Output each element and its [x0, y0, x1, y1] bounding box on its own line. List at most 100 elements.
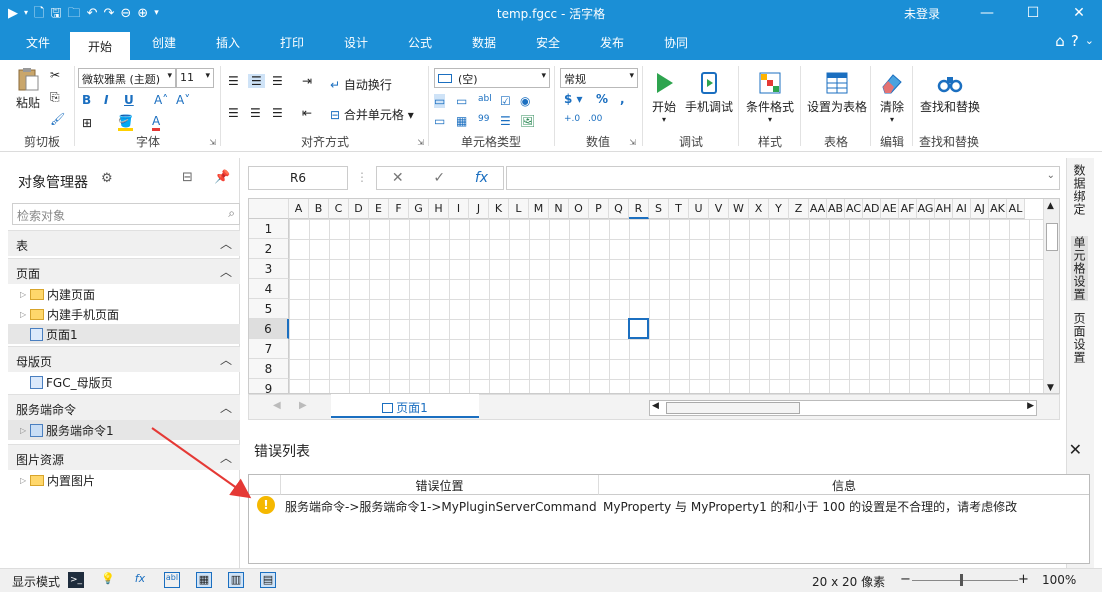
align-center-icon[interactable]: ☰: [250, 106, 261, 120]
tab-home[interactable]: 开始: [70, 32, 131, 60]
textbox-celltype-icon[interactable]: ▭: [456, 94, 467, 108]
row-header[interactable]: 3: [249, 259, 289, 279]
outdent-icon[interactable]: ⇤: [302, 106, 312, 120]
bulb-icon[interactable]: 💡: [100, 572, 116, 588]
vertical-scrollbar[interactable]: ▲ ▼: [1043, 199, 1059, 393]
button-celltype-icon[interactable]: ▭: [434, 94, 446, 108]
login-status[interactable]: 未登录: [904, 5, 940, 22]
column-header[interactable]: F: [389, 199, 409, 219]
pin-icon[interactable]: 📌: [214, 170, 230, 185]
tab-collab[interactable]: 协同: [664, 34, 688, 51]
column-header[interactable]: AE: [881, 199, 899, 219]
tab-print[interactable]: 打印: [280, 34, 304, 51]
tab-create[interactable]: 创建: [152, 34, 176, 51]
column-header[interactable]: M: [529, 199, 549, 219]
mobile-debug-button[interactable]: 手机调试: [682, 70, 736, 115]
sheet-tab-page1[interactable]: 页面1: [331, 394, 479, 418]
layout-view-icon[interactable]: ▤: [260, 572, 276, 588]
percent-icon[interactable]: %: [596, 92, 608, 106]
chevron-up-icon[interactable]: ︿: [220, 351, 232, 368]
column-header[interactable]: C: [329, 199, 349, 219]
select-all-corner[interactable]: [249, 199, 289, 219]
number-format-select[interactable]: 常规 ▾: [560, 68, 638, 88]
chevron-up-icon[interactable]: ︿: [220, 399, 232, 416]
column-header[interactable]: Q: [609, 199, 629, 219]
tab-insert[interactable]: 插入: [216, 34, 240, 51]
zoom-out-icon[interactable]: −: [900, 572, 911, 587]
save-icon[interactable]: 🖫: [50, 7, 61, 20]
align-left-icon[interactable]: ☰: [228, 106, 239, 120]
column-header[interactable]: Z: [789, 199, 809, 219]
column-header[interactable]: AD: [863, 199, 881, 219]
align-middle-icon[interactable]: ☰: [248, 74, 265, 88]
tab-page-settings[interactable]: 页面设置: [1071, 312, 1088, 364]
indent-icon[interactable]: ⇥: [302, 74, 312, 88]
format-painter-icon[interactable]: 🖌: [50, 112, 65, 126]
label-icon[interactable]: abl: [164, 572, 180, 588]
column-header[interactable]: L: [509, 199, 529, 219]
column-header[interactable]: D: [349, 199, 369, 219]
number-launcher-icon[interactable]: ⇲: [629, 138, 636, 147]
formula-input[interactable]: ⌄: [506, 166, 1060, 190]
confirm-icon[interactable]: ✓: [433, 170, 445, 186]
spreadsheet-grid[interactable]: A B C D E F G H I J K L M N O P Q R S T U V W X Y Z AA AB AC AD AE AF AG…: [248, 198, 1060, 394]
chevron-up-icon[interactable]: ︿: [220, 263, 232, 280]
section-image-resources[interactable]: 图片资源 ︿: [8, 444, 240, 470]
font-launcher-icon[interactable]: ⇲: [209, 138, 216, 147]
column-header[interactable]: AH: [935, 199, 953, 219]
section-server-commands[interactable]: 服务端命令 ︿: [8, 394, 240, 420]
align-right-icon[interactable]: ☰: [272, 106, 283, 120]
tab-cell-settings[interactable]: 单元格设置: [1071, 236, 1088, 301]
table-celltype-icon[interactable]: ▦: [456, 114, 467, 128]
column-header[interactable]: AK: [989, 199, 1007, 219]
row-header[interactable]: 4: [249, 279, 289, 299]
number-celltype-icon[interactable]: 99: [478, 114, 489, 124]
column-header[interactable]: N: [549, 199, 569, 219]
grow-font-icon[interactable]: A˄: [154, 93, 168, 107]
tree-item-builtin-pages[interactable]: ▷ 内建页面: [20, 284, 95, 304]
row-header[interactable]: 5: [249, 299, 289, 319]
row-header[interactable]: 2: [249, 239, 289, 259]
wrap-text-button[interactable]: ↵ 自动换行: [330, 76, 392, 93]
bold-button[interactable]: B: [82, 93, 91, 107]
scroll-thumb[interactable]: [1046, 223, 1058, 251]
column-header[interactable]: AJ: [971, 199, 989, 219]
forward-icon[interactable]: ⊕: [137, 7, 148, 20]
border-icon[interactable]: ⊞: [82, 116, 92, 130]
tab-design[interactable]: 设计: [344, 34, 368, 51]
formula-icon[interactable]: fx: [132, 572, 148, 588]
tab-data-binding[interactable]: 数据绑定: [1071, 164, 1088, 216]
column-header[interactable]: P: [589, 199, 609, 219]
minimize-icon[interactable]: —: [964, 0, 1010, 26]
cell-reference-box[interactable]: R6: [248, 166, 348, 190]
column-header[interactable]: B: [309, 199, 329, 219]
cut-icon[interactable]: ✂: [50, 68, 60, 82]
chevron-down-icon[interactable]: ⌄: [1085, 32, 1094, 50]
object-search-input[interactable]: 检索对象 ⌕: [12, 203, 240, 225]
checkbox-celltype-icon[interactable]: ☑: [500, 94, 511, 108]
combo-celltype-icon[interactable]: ▭: [434, 114, 445, 128]
function-icon[interactable]: fx: [475, 170, 488, 186]
chart-view-icon[interactable]: ▥: [228, 572, 244, 588]
section-master-pages[interactable]: 母版页 ︿: [8, 346, 240, 372]
column-header[interactable]: AI: [953, 199, 971, 219]
home-icon[interactable]: ⌂: [1055, 32, 1065, 50]
column-header[interactable]: X: [749, 199, 769, 219]
conditional-format-button[interactable]: 条件格式 ▾: [742, 70, 798, 124]
row-header[interactable]: 6: [249, 319, 289, 339]
comma-icon[interactable]: ,: [620, 92, 625, 106]
table-view-icon[interactable]: ▦: [196, 572, 212, 588]
radio-celltype-icon[interactable]: ◉: [520, 94, 530, 108]
next-sheet-icon[interactable]: ▶: [299, 400, 307, 411]
column-header[interactable]: G: [409, 199, 429, 219]
tree-item-builtin-images[interactable]: ▷ 内置图片: [20, 470, 95, 490]
new-file-icon[interactable]: 🗋: [34, 7, 44, 20]
row-header[interactable]: 7: [249, 339, 289, 359]
section-tables[interactable]: 表 ︿: [8, 230, 240, 256]
open-folder-icon[interactable]: 🗀: [68, 7, 81, 20]
align-top-icon[interactable]: ☰: [228, 74, 239, 88]
column-header[interactable]: J: [469, 199, 489, 219]
console-icon[interactable]: >_: [68, 572, 84, 588]
celltype-select[interactable]: (空) ▾: [434, 68, 550, 88]
collapse-icon[interactable]: ⊟: [182, 170, 193, 185]
